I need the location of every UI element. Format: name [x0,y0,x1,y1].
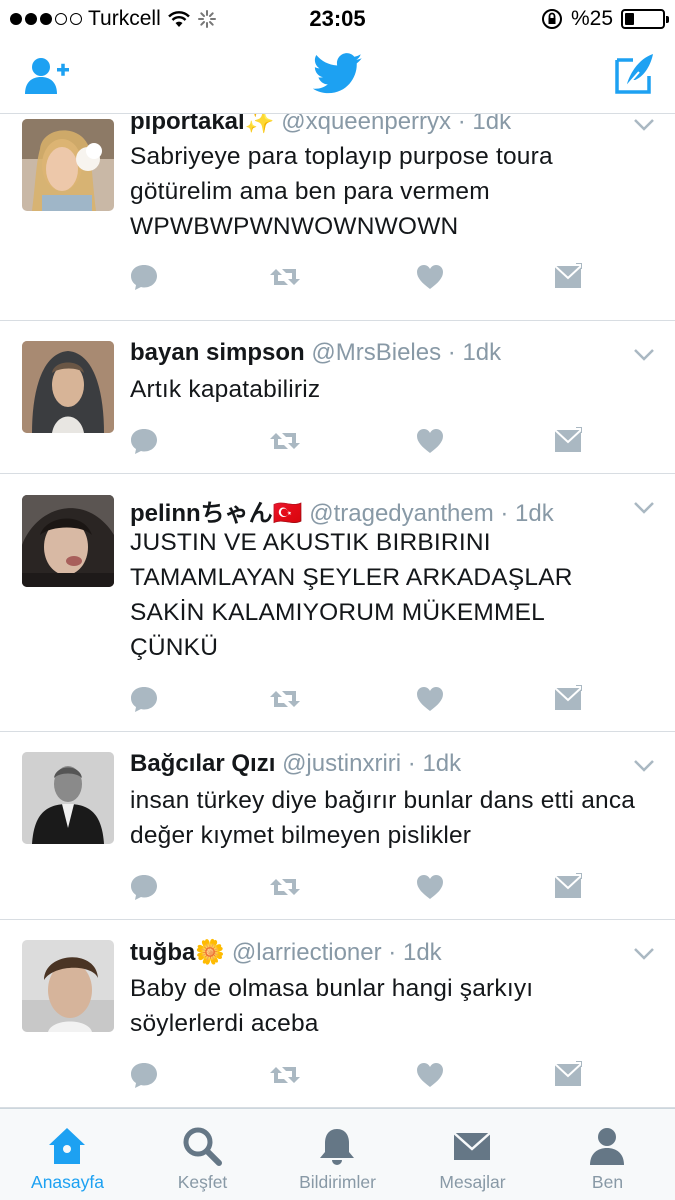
tweet[interactable]: Bağcılar Qızı @justinxriri · 1dk insan t… [0,732,675,920]
home-timeline[interactable]: pıportakal✨ @xqueenperryx · 1dk Sabriyey… [0,114,675,1108]
direct-message-icon[interactable] [554,1061,582,1089]
direct-message-icon[interactable] [554,263,582,291]
chevron-down-icon[interactable] [633,501,655,515]
tweet-separator: · [388,939,397,966]
reply-icon[interactable] [130,873,158,901]
like-icon[interactable] [416,873,444,901]
tab-label: Mesajlar [439,1172,506,1192]
tweet-author-name[interactable]: pelinnちゃん🇹🇷 [130,500,303,527]
like-icon[interactable] [416,685,444,713]
tweet-time: 1dk [462,339,502,366]
tweet-text: Sabriyeye para toplayıp purpose toura gö… [130,143,553,240]
retweet-icon[interactable] [268,873,302,901]
tweet-separator: · [447,339,456,366]
tweet-header: pıportakal✨ @xqueenperryx · 1dk [130,114,623,136]
profile-icon [590,1128,624,1165]
direct-message-icon[interactable] [554,685,582,713]
tweet-actions [130,873,590,901]
battery-percent: %25 [570,7,613,30]
tweet-actions [130,263,590,291]
like-icon[interactable] [416,1061,444,1089]
avatar[interactable] [22,940,114,1032]
tweet[interactable]: bayan simpson @MrsBieles · 1dk Artık kap… [0,321,675,474]
status-bar: Turkcell 23:05 %25 [0,0,675,38]
tweet-actions [130,685,590,713]
tweet-time: 1dk [472,114,512,135]
like-icon[interactable] [416,263,444,291]
tweet[interactable]: pelinnちゃん🇹🇷 @tragedyanthem · 1dk JUSTIN … [0,474,675,732]
twitter-bird-icon[interactable] [313,52,363,96]
tweet-author-handle[interactable]: @justinxriri [282,750,401,777]
tweet-author-handle[interactable]: @tragedyanthem [309,500,493,527]
tweet-actions [130,1061,590,1089]
like-icon[interactable] [416,427,444,455]
avatar[interactable] [22,752,114,844]
tweet-text: JUSTIN VE AKUSTIK BIRBIRINI TAMAMLAYAN Ş… [130,529,573,661]
bell-icon [320,1129,354,1165]
tab-home[interactable]: Anasayfa [0,1109,135,1200]
orientation-lock-icon [541,9,562,29]
tweet-separator: · [457,114,466,135]
reply-icon[interactable] [130,685,158,713]
retweet-icon[interactable] [268,1061,302,1089]
tweet-author-handle[interactable]: @xqueenperryx [281,114,451,135]
tab-me[interactable]: Ben [540,1109,675,1200]
envelope-icon [453,1132,491,1160]
tweet-author-name[interactable]: tuğba🌼 [130,939,225,966]
retweet-icon[interactable] [268,427,302,455]
search-icon [183,1127,222,1166]
tweet-separator: · [500,500,509,527]
add-user-icon[interactable] [24,56,70,96]
tweet-author-name[interactable]: pıportakal✨ [130,114,275,135]
reply-icon[interactable] [130,427,158,455]
avatar[interactable] [22,341,114,433]
chevron-down-icon[interactable] [633,947,655,961]
home-icon [49,1128,85,1164]
tweet-author-handle[interactable]: @MrsBieles [311,339,441,366]
tweet-header: Bağcılar Qızı @justinxriri · 1dk [130,750,623,778]
tweet-separator: · [407,750,416,777]
tweet-time: 1dk [422,750,462,777]
tweet-author-handle[interactable]: @larriectioner [232,939,382,966]
tab-messages[interactable]: Mesajlar [405,1109,540,1200]
tab-label: Bildirimler [299,1172,376,1192]
battery-info: %25 [541,7,669,31]
reply-icon[interactable] [130,1061,158,1089]
chevron-down-icon[interactable] [633,348,655,362]
tweet-time: 1dk [515,500,554,527]
avatar[interactable] [22,119,114,211]
tweet-author-name[interactable]: bayan simpson [130,339,305,366]
tab-label: Ben [591,1172,624,1192]
direct-message-icon[interactable] [554,427,582,455]
avatar[interactable] [22,495,114,587]
navigation-bar [0,38,675,114]
tab-explore[interactable]: Keşfet [135,1109,270,1200]
tweet-text: Baby de olmasa bunlar hangi şarkıyı söyl… [130,975,534,1037]
tweet-text: insan türkey diye bağırır bunlar dans et… [130,787,636,849]
tab-notifications[interactable]: Bildirimler [270,1109,405,1200]
retweet-icon[interactable] [268,263,302,291]
tweet-time: 1dk [402,939,442,966]
chevron-down-icon[interactable] [633,118,655,132]
tweet-text: Artık kapatabiliriz [130,376,321,403]
tweet-header: pelinnちゃん🇹🇷 @tragedyanthem · 1dk [130,493,623,528]
tweet-header: tuğba🌼 @larriectioner · 1dk [130,938,623,967]
tweet[interactable]: pıportakal✨ @xqueenperryx · 1dk Sabriyey… [0,114,675,321]
tab-label: Anasayfa [31,1172,104,1192]
tweet-actions [130,427,590,455]
battery-icon [621,9,669,29]
direct-message-icon[interactable] [554,873,582,901]
tab-label: Keşfet [177,1172,228,1192]
retweet-icon[interactable] [268,685,302,713]
tweet[interactable]: tuğba🌼 @larriectioner · 1dk Baby de olma… [0,920,675,1108]
reply-icon[interactable] [130,263,158,291]
tab-bar: Anasayfa Keşfet Bildirimler Mesajlar Ben [0,1108,675,1200]
chevron-down-icon[interactable] [633,759,655,773]
tweet-author-name[interactable]: Bağcılar Qızı [130,750,275,777]
tweet-header: bayan simpson @MrsBieles · 1dk [130,339,623,367]
compose-tweet-icon[interactable] [613,52,655,96]
